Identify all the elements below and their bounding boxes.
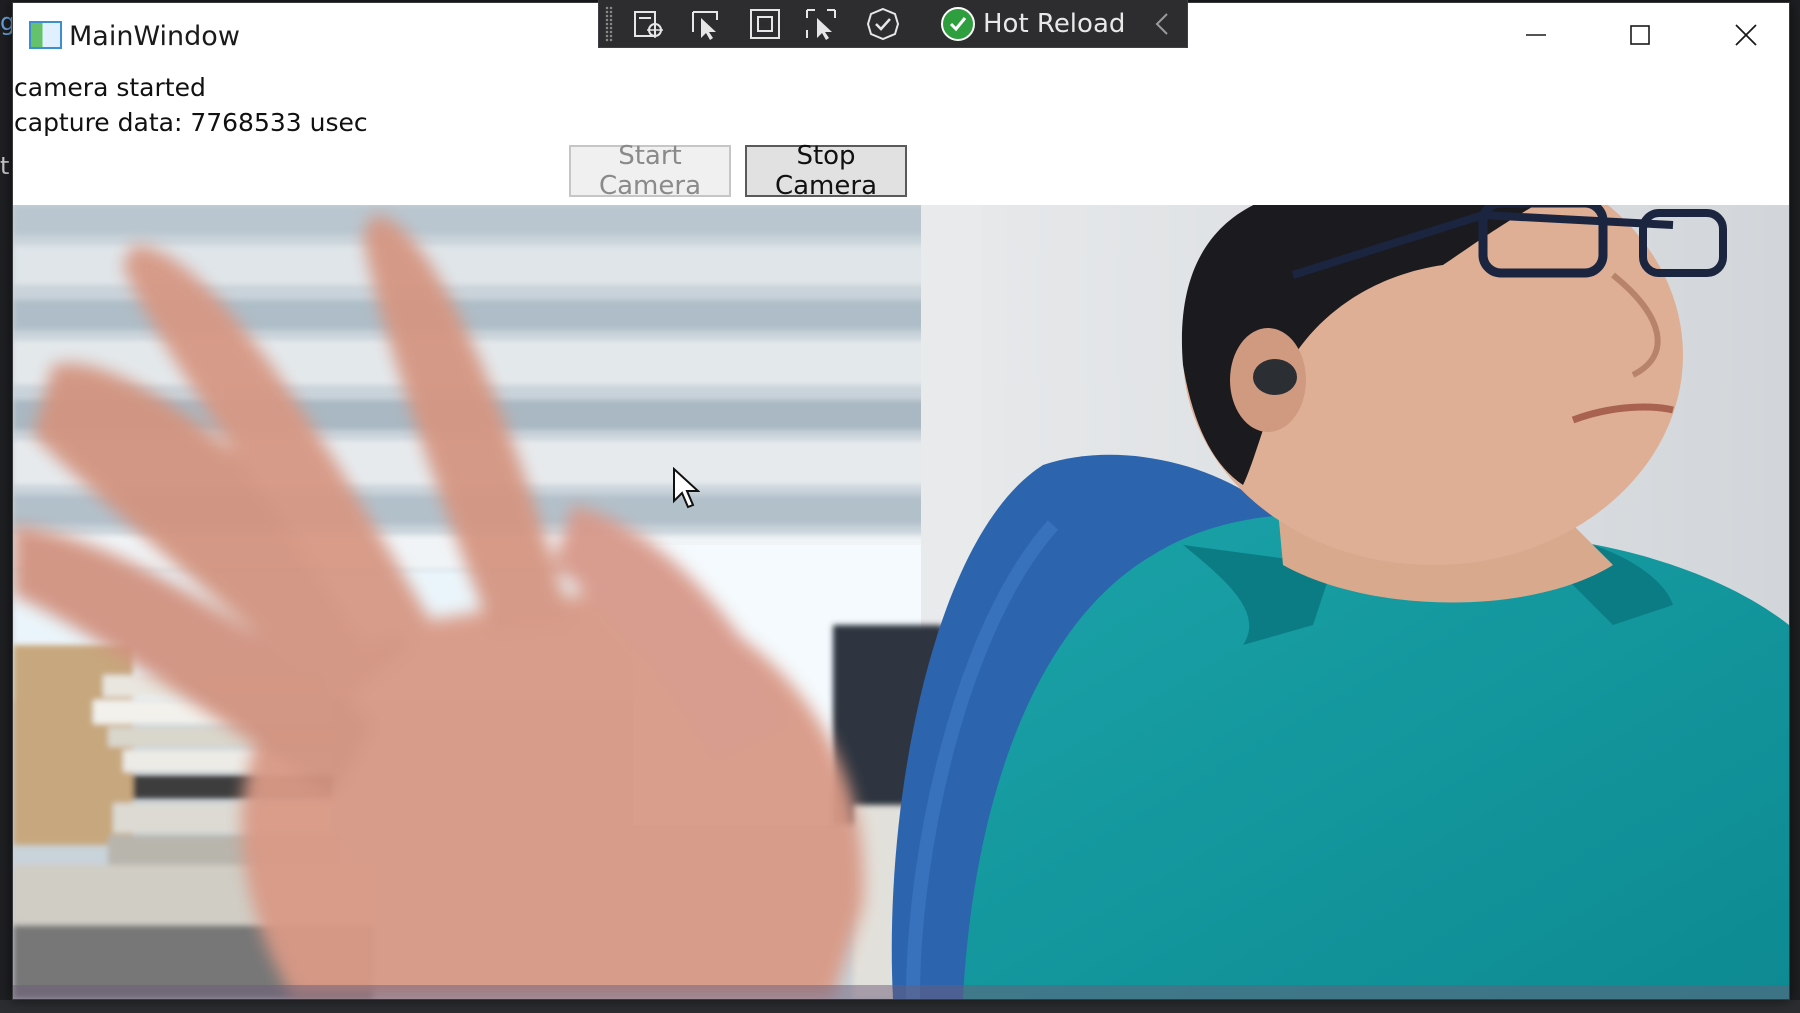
hot-reload-status[interactable]: Hot Reload [941,6,1125,42]
start-camera-button[interactable]: Start Camera [569,141,731,201]
capture-data-text: capture data: 7768533 usec [14,108,368,137]
toolbar-grip[interactable] [605,6,613,42]
minimize-icon [1526,34,1546,36]
stop-camera-button[interactable]: Stop Camera [745,141,907,201]
select-element-icon[interactable] [687,6,723,42]
live-visual-tree-icon[interactable] [631,6,667,42]
ide-fragment: t [0,152,10,180]
close-icon [1735,24,1757,46]
camera-preview [13,205,1789,999]
maximize-button[interactable] [1595,9,1685,61]
check-icon [941,7,975,41]
window-title: MainWindow [69,21,240,52]
minimize-button[interactable] [1491,9,1581,61]
mouse-cursor-icon [673,467,700,509]
maximize-icon [1630,25,1650,45]
hot-reload-label: Hot Reload [983,9,1126,39]
collapse-toolbar-chevron-icon[interactable] [1147,6,1177,42]
main-window: MainWindow camera started capture data: … [12,2,1790,1000]
ide-status-strip [0,1000,1800,1013]
app-icon [29,21,62,49]
close-button[interactable] [1701,9,1789,61]
track-focused-element-icon[interactable] [803,6,839,42]
display-layout-adorners-icon[interactable] [747,6,783,42]
binding-failures-icon[interactable] [865,6,901,42]
status-message: camera started [14,73,206,102]
camera-frame-image [13,205,1789,999]
xaml-debug-toolbar: Hot Reload [598,0,1188,48]
